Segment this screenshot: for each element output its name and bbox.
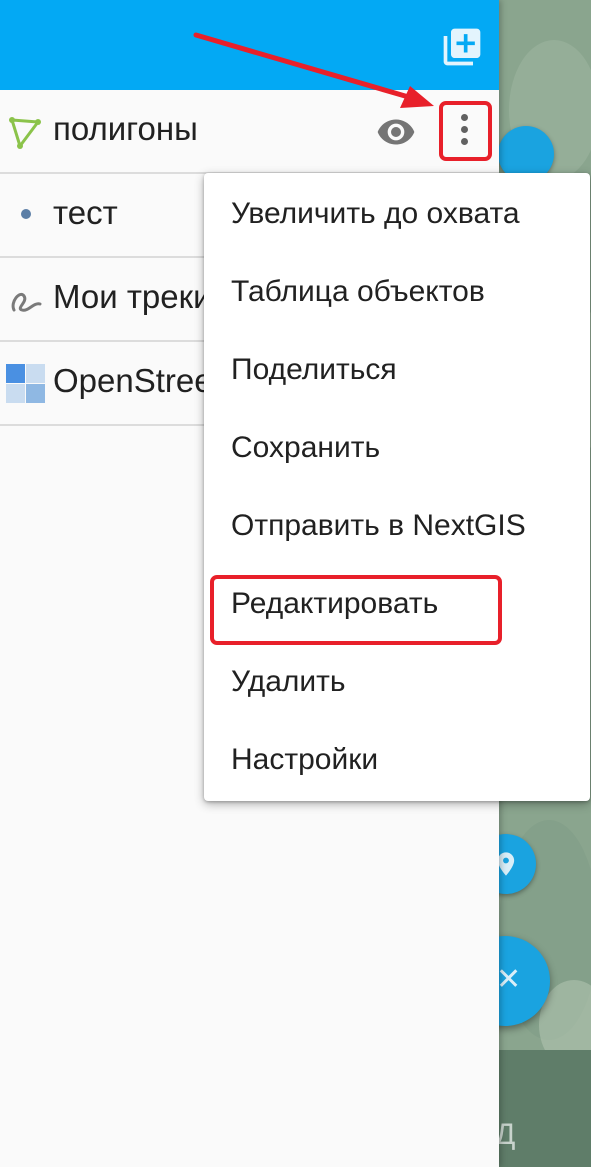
annotation-arrow [193, 32, 434, 108]
